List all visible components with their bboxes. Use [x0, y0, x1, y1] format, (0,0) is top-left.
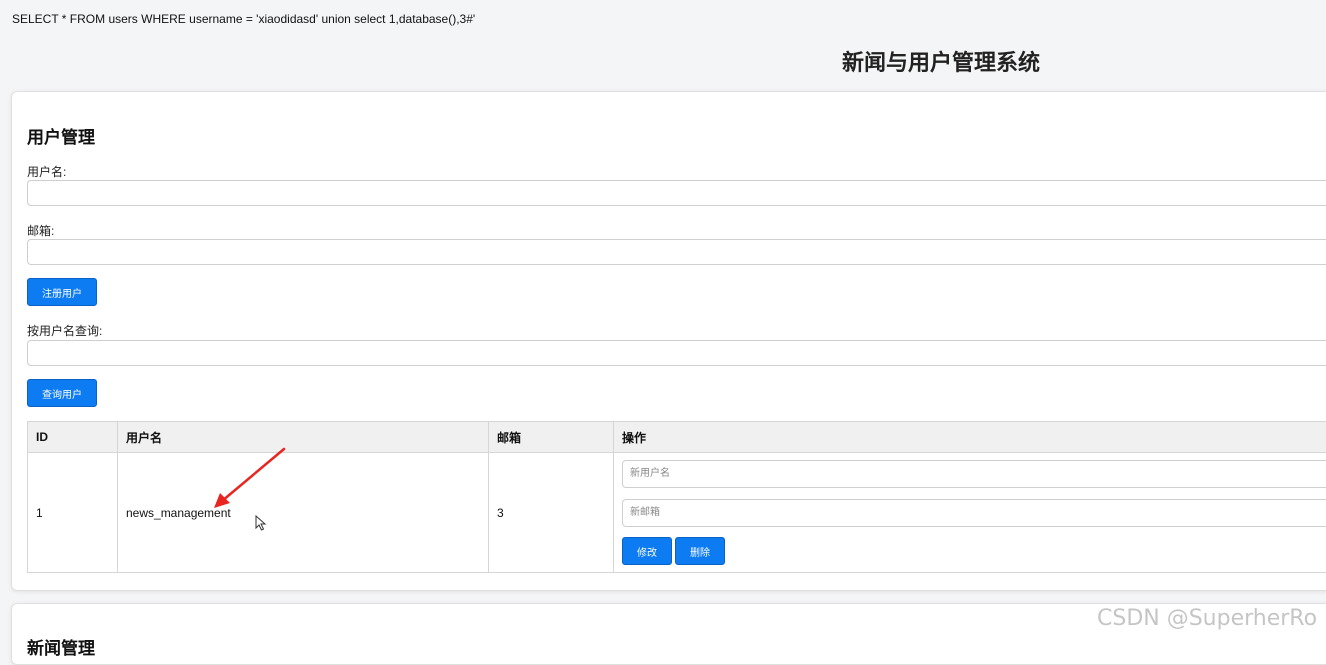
watermark-text: CSDN @SuperherRo — [1097, 606, 1317, 631]
users-table: ID 用户名 邮箱 操作 1 news_management 3 新用户名 新邮… — [27, 421, 1326, 573]
table-row: 1 news_management 3 新用户名 新邮箱 修改 删除 — [28, 453, 1326, 573]
user-management-title: 用户管理 — [27, 123, 95, 148]
cell-actions: 新用户名 新邮箱 修改 删除 — [614, 453, 1326, 573]
mouse-cursor-icon — [255, 515, 267, 531]
column-header-email: 邮箱 — [489, 422, 614, 453]
edit-button[interactable]: 修改 — [622, 537, 672, 565]
sql-query-text: SELECT * FROM users WHERE username = 'xi… — [12, 12, 475, 26]
delete-button[interactable]: 删除 — [675, 537, 725, 565]
column-header-id: ID — [28, 422, 118, 453]
table-header-row: ID 用户名 邮箱 操作 — [28, 422, 1326, 453]
cell-username: news_management — [118, 453, 489, 573]
cell-email: 3 — [489, 453, 614, 573]
search-username-label: 按用户名查询: — [27, 322, 102, 339]
username-input[interactable] — [27, 180, 1326, 206]
user-management-card: 用户管理 用户名: 邮箱: 注册用户 按用户名查询: 查询用户 ID 用户名 邮… — [11, 91, 1326, 591]
new-username-input[interactable]: 新用户名 — [622, 460, 1326, 488]
row-action-buttons: 修改 删除 — [622, 537, 1326, 565]
news-management-title: 新闻管理 — [27, 634, 95, 659]
email-label: 邮箱: — [27, 222, 54, 239]
search-user-button[interactable]: 查询用户 — [27, 379, 97, 407]
cell-id: 1 — [28, 453, 118, 573]
email-input[interactable] — [27, 239, 1326, 265]
column-header-actions: 操作 — [614, 422, 1326, 453]
column-header-username: 用户名 — [118, 422, 489, 453]
register-user-button[interactable]: 注册用户 — [27, 278, 97, 306]
search-username-input[interactable] — [27, 340, 1326, 366]
page-title: 新闻与用户管理系统 — [842, 45, 1040, 77]
new-email-input[interactable]: 新邮箱 — [622, 499, 1326, 527]
username-label: 用户名: — [27, 163, 66, 180]
